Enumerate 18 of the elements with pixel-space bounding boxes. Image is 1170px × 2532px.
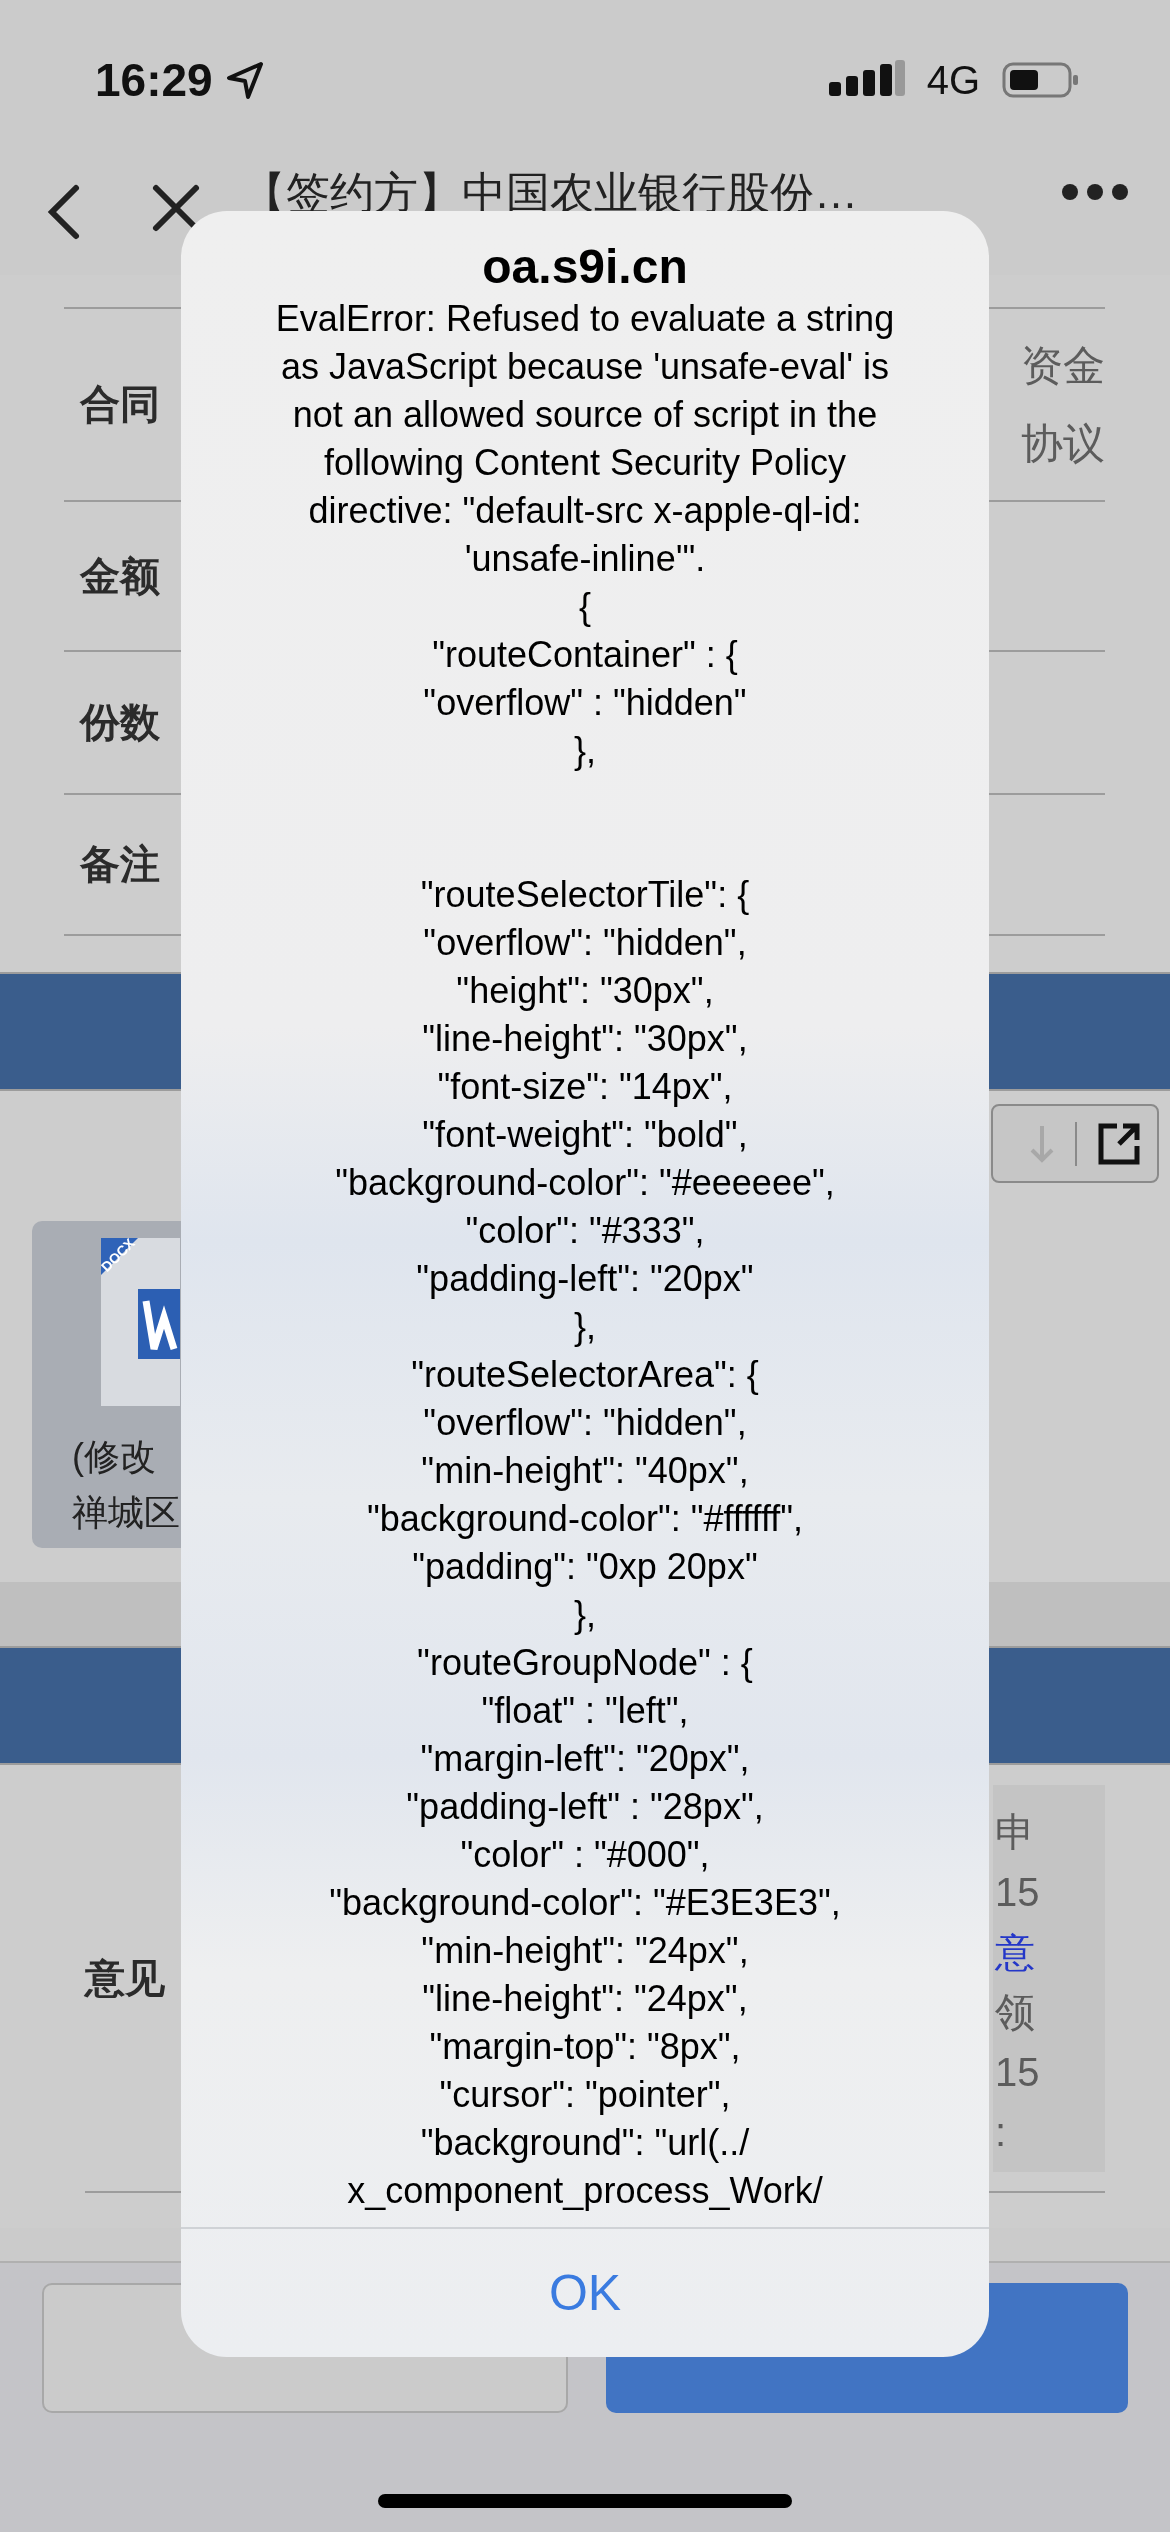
network-label: 4G <box>926 57 980 103</box>
status-time: 16:29 <box>95 53 213 107</box>
alert-title: oa.s9i.cn <box>481 239 689 295</box>
file-name: (修改 <box>72 1435 157 1479</box>
opinion-text: 申 <box>995 1808 1036 1856</box>
opinion-text: 15 <box>995 2048 1041 2096</box>
file-name: 禅城区 <box>72 1491 180 1535</box>
opinion-text: : <box>995 2108 1008 2156</box>
opinion-text: 15 <box>995 1868 1041 1916</box>
opinion-text: 领 <box>995 1988 1036 2036</box>
field-label: 意见 <box>85 1954 165 2002</box>
field-label: 金额 <box>80 552 160 600</box>
field-label: 备注 <box>80 841 160 888</box>
field-label: 份数 <box>80 699 160 746</box>
field-label: 合同 <box>80 381 160 428</box>
alert-message: EvalError: Refused to evaluate a string as JavaScript because 'unsafe-eval' is not an allowed source of script in the following Content Security Policy directive: "default-src x-apple-ql-id: 'unsafe-inline'". { "routeContainer" : { "overflow" : "hidden" }, "routeSelectorTile": { "overflow": "hidden", "height": "30px", "line-height": "30px", "font-size": "14px", "font-weight": "bold", "background-color": "#eeeeee", "color": "#333", "padding-left": "20px" }, "routeSelectorArea": { "overflow": "hidden", "min-height": "40px", "background-color": "#ffffff", "padding": "0xp 20px" }, "routeGroupNode" : { "float" : "left", "margin-left": "20px", "padding-left" : "28px", "color" : "#000", "background-color": "#E3E3E3", "min-height": "24px", "line-height": "24px", "margin-top": "8px", "cursor": "pointer", "background": "url(../ x_component_process_Work/ <box>274 297 896 2213</box>
field-value: 资金 <box>1021 340 1105 391</box>
field-value: 协议 <box>1021 418 1105 469</box>
